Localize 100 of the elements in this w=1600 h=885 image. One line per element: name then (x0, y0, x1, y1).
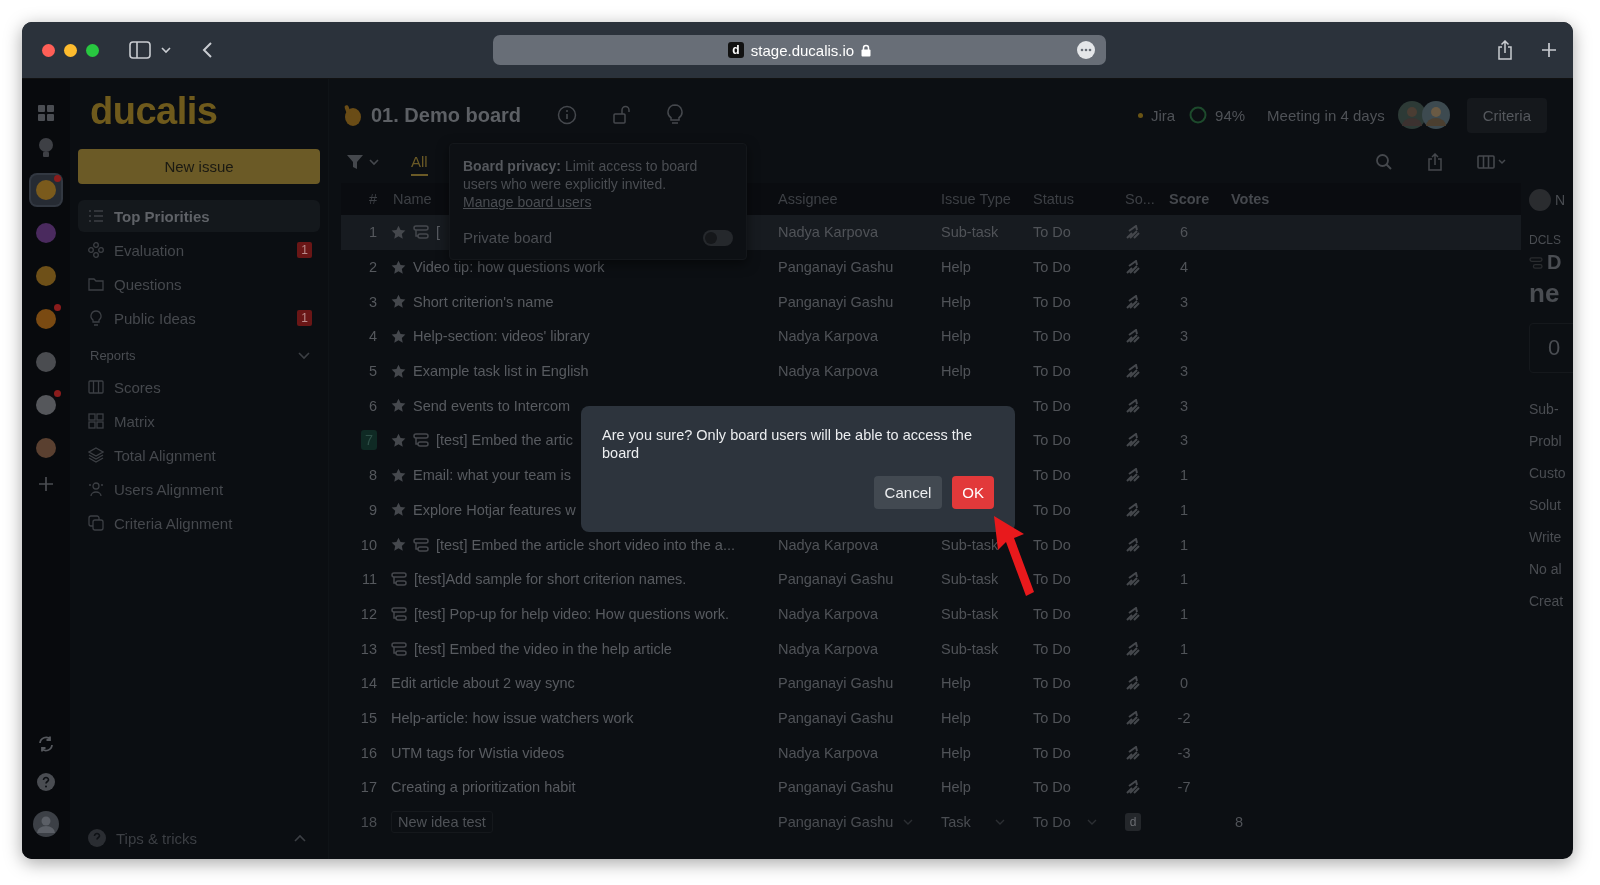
chevron-icon[interactable] (298, 351, 310, 360)
help-icon (88, 829, 106, 847)
row-number: 2 (368, 259, 377, 276)
info-icon[interactable] (557, 105, 578, 125)
assignee-dropdown[interactable]: Panganayi Gashu (762, 814, 925, 831)
issue-name[interactable]: [test] Embed the artic (436, 432, 573, 449)
status-cell: To Do (1033, 363, 1071, 380)
sidebar-icon[interactable] (129, 41, 151, 59)
sync-icon[interactable] (37, 735, 55, 753)
issue-name[interactable]: Edit article about 2 way sync (391, 675, 575, 692)
add-icon[interactable] (38, 476, 54, 492)
column-header[interactable]: Score (1153, 191, 1215, 207)
issue-name[interactable]: Send events to Intercom (413, 397, 571, 414)
issue-name[interactable]: Short criterion's name (413, 293, 554, 310)
issue-name[interactable]: Example task list in English (413, 363, 589, 380)
ok-button[interactable]: OK (952, 476, 994, 509)
user-avatar[interactable] (1396, 100, 1427, 130)
lightbulb-icon[interactable] (667, 104, 684, 126)
star-icon[interactable] (391, 432, 406, 448)
star-icon[interactable] (391, 467, 406, 483)
column-header[interactable]: Votes (1215, 191, 1521, 207)
nav-item[interactable]: Users Alignment (78, 473, 320, 505)
nav-item[interactable]: Questions (78, 268, 320, 300)
priority-icon (1125, 780, 1141, 795)
integration-label[interactable]: Jira (1150, 106, 1176, 124)
status-cell: To Do (1033, 432, 1071, 449)
issue-name[interactable]: Email: what your team is (413, 467, 571, 484)
lock-icon[interactable] (613, 105, 632, 125)
issue-name[interactable]: Explore Hotjar features w (413, 501, 576, 518)
status-cell: To Do (1033, 709, 1071, 726)
private-board-toggle[interactable] (703, 229, 733, 246)
column-header[interactable]: # (341, 191, 377, 207)
manage-users-link[interactable]: Manage board users (463, 194, 592, 210)
status-dropdown[interactable]: To Do (1017, 814, 1109, 831)
meeting-label[interactable]: Meeting in 4 days (1267, 106, 1385, 124)
issue-name[interactable]: [ (436, 224, 441, 241)
minimize-icon[interactable] (64, 43, 77, 57)
score-cell: -3 (1177, 744, 1191, 761)
apps-icon[interactable] (38, 105, 54, 121)
nav-item[interactable]: Public Ideas 1 (78, 302, 320, 334)
address-bar[interactable]: d stage.ducalis.io (493, 35, 1106, 65)
lightbulb-icon[interactable] (38, 137, 54, 159)
issue-name[interactable]: Creating a prioritization habit (391, 779, 576, 796)
star-icon[interactable] (391, 398, 406, 414)
star-icon[interactable] (391, 294, 406, 310)
assignee-cell: Panganayi Gashu (778, 259, 894, 276)
user-avatar[interactable] (1420, 100, 1451, 130)
help-icon[interactable] (37, 773, 55, 791)
issue-name[interactable]: Video tip: how questions work (413, 259, 605, 276)
new-tab-icon[interactable] (1541, 42, 1557, 58)
issue-name[interactable]: [test]Add sample for short criterion names. (414, 571, 687, 588)
row-number: 17 (360, 779, 377, 796)
back-icon[interactable] (201, 41, 213, 59)
panel-text: Write (1529, 529, 1563, 545)
nav-item[interactable]: Total Alignment (78, 439, 320, 471)
user-avatar[interactable] (33, 811, 59, 837)
nav-item[interactable]: Scores (78, 371, 320, 403)
issue-name[interactable]: [test] Pop-up for help video: How questions work. (414, 605, 730, 622)
issue-name[interactable]: [test] Embed the video in the help article (414, 640, 672, 657)
status-cell: To Do (1033, 536, 1071, 553)
row-number: 15 (360, 709, 377, 726)
star-icon[interactable] (391, 328, 406, 344)
issue-key: DCLS (1529, 233, 1573, 247)
list-icon (88, 208, 104, 224)
row-number: 13 (360, 640, 377, 657)
columns-icon[interactable] (1477, 155, 1507, 169)
star-icon[interactable] (391, 537, 406, 553)
more-icon[interactable] (1077, 41, 1095, 59)
star-icon[interactable] (391, 224, 406, 240)
filter-icon[interactable] (347, 154, 363, 170)
issue-name[interactable]: Help-article: how issue watchers work (391, 709, 634, 726)
board-icon[interactable] (31, 175, 61, 205)
star-icon[interactable] (391, 259, 406, 275)
chevron-icon[interactable] (294, 834, 306, 842)
filter-tab[interactable]: All (411, 148, 428, 176)
score-cell: 3 (1179, 328, 1189, 345)
issue-name[interactable]: [test] Embed the article short video into the a... (436, 536, 736, 553)
search-icon[interactable] (1375, 153, 1393, 171)
folder-icon (88, 276, 104, 292)
chevron-down-icon (995, 818, 1005, 826)
nav-item[interactable]: Top Priorities (78, 200, 320, 232)
logo[interactable]: ducalis (78, 87, 320, 135)
issue-name[interactable]: UTM tags for Wistia videos (391, 744, 565, 761)
new-issue-button[interactable]: New issue (78, 149, 320, 184)
issue-name[interactable]: Help-section: videos' library (413, 328, 590, 345)
nav-item[interactable]: Criteria Alignment (78, 507, 320, 539)
criteria-button[interactable]: Criteria (1466, 97, 1547, 133)
close-icon[interactable] (42, 43, 55, 57)
score-box: 0 (1529, 323, 1573, 373)
status-cell: To Do (1033, 744, 1071, 761)
site-favicon: d (727, 42, 744, 58)
star-icon[interactable] (391, 502, 406, 518)
name-input-field[interactable]: New idea test (391, 811, 493, 834)
cancel-button[interactable]: Cancel (873, 476, 943, 509)
nav-item[interactable]: Matrix (78, 405, 320, 437)
star-icon[interactable] (391, 363, 406, 379)
nav-item[interactable]: Evaluation 1 (78, 234, 320, 266)
issue-type-dropdown[interactable]: Task (925, 814, 1017, 831)
maximize-icon[interactable] (86, 43, 99, 57)
status-cell: To Do (1033, 224, 1071, 241)
